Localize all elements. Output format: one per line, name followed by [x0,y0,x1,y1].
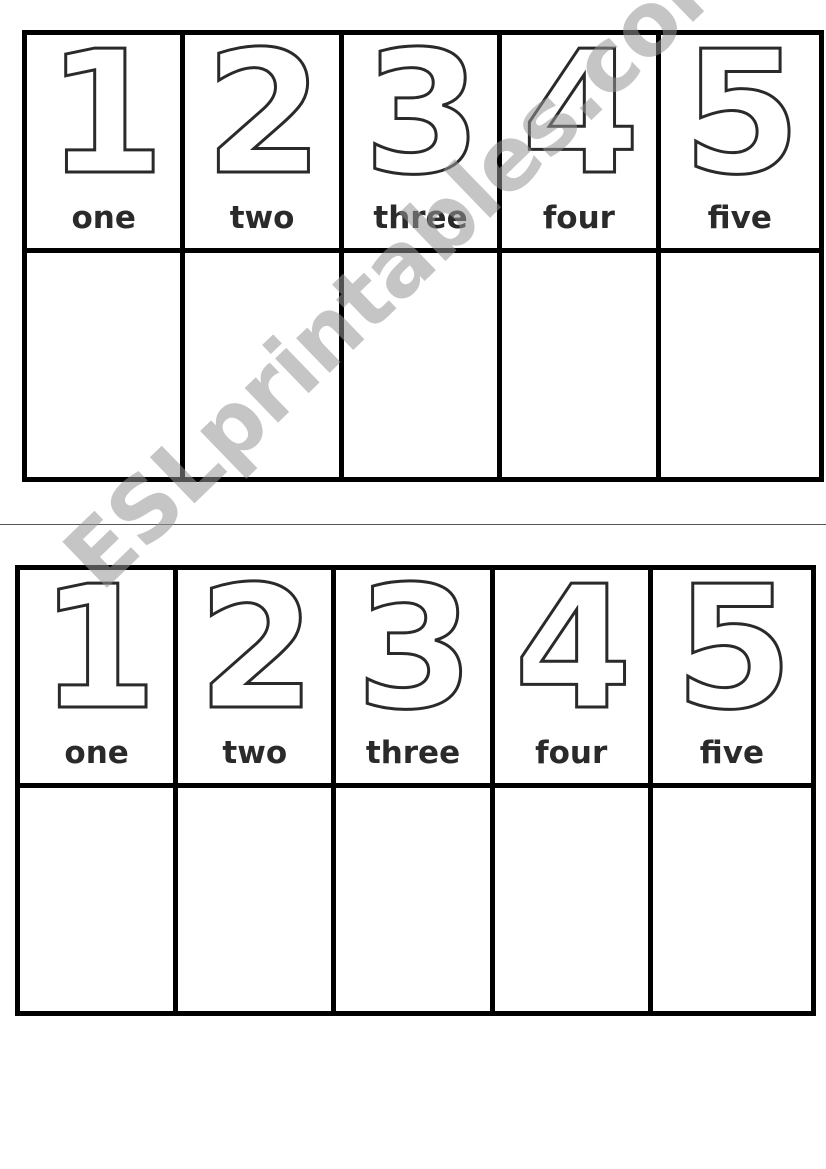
number-header-cell: 3 three [336,563,495,788]
blank-drawing-cell [661,253,819,477]
blank-drawing-cell [502,253,661,477]
number-header-cell: 1 one [20,563,179,788]
outlined-digit: 5 [681,15,802,213]
outlined-digit: 2 [203,15,324,213]
blank-drawing-cell [185,253,344,477]
number-word: four [535,735,608,771]
cut-line-divider [0,524,826,525]
number-header-cell: 3 three [343,28,503,253]
outlined-digit: 3 [354,550,475,748]
outlined-digit: 3 [362,15,483,213]
outlined-digit: 4 [513,550,634,748]
number-header-cell: 5 five [652,563,811,788]
number-word: three [373,200,468,236]
number-table-bottom: 1 one 2 two 3 three 4 four 5 five [15,563,816,1016]
outlined-digit: 1 [38,550,159,748]
outlined-digit: 2 [196,550,317,748]
number-word: five [699,735,764,771]
blank-drawing-cell [20,788,179,1011]
number-header-cell: 4 four [502,28,661,253]
outlined-digit: 4 [520,15,641,213]
blank-drawing-cell [27,253,186,477]
number-word: one [64,735,129,771]
number-header-cell: 4 four [494,563,653,788]
number-word: one [71,200,136,236]
outlined-digit: 1 [45,15,166,213]
number-word: five [707,200,772,236]
blank-drawing-cell [495,788,653,1011]
number-word: two [229,200,295,236]
number-word: four [542,200,615,236]
outlined-digit: 5 [673,550,794,748]
number-header-cell: 2 two [185,28,344,253]
blank-drawing-cell [178,788,337,1011]
number-header-cell: 2 two [178,563,337,788]
blank-drawing-cell [344,253,503,477]
blank-drawing-cell [653,788,811,1011]
number-header-cell: 5 five [660,28,819,253]
number-header-cell: 1 one [27,28,186,253]
number-table-top: 1 one 2 two 3 three 4 four 5 five [22,28,824,482]
number-word: two [222,735,288,771]
blank-drawing-cell [336,788,495,1011]
number-word: three [365,735,461,771]
